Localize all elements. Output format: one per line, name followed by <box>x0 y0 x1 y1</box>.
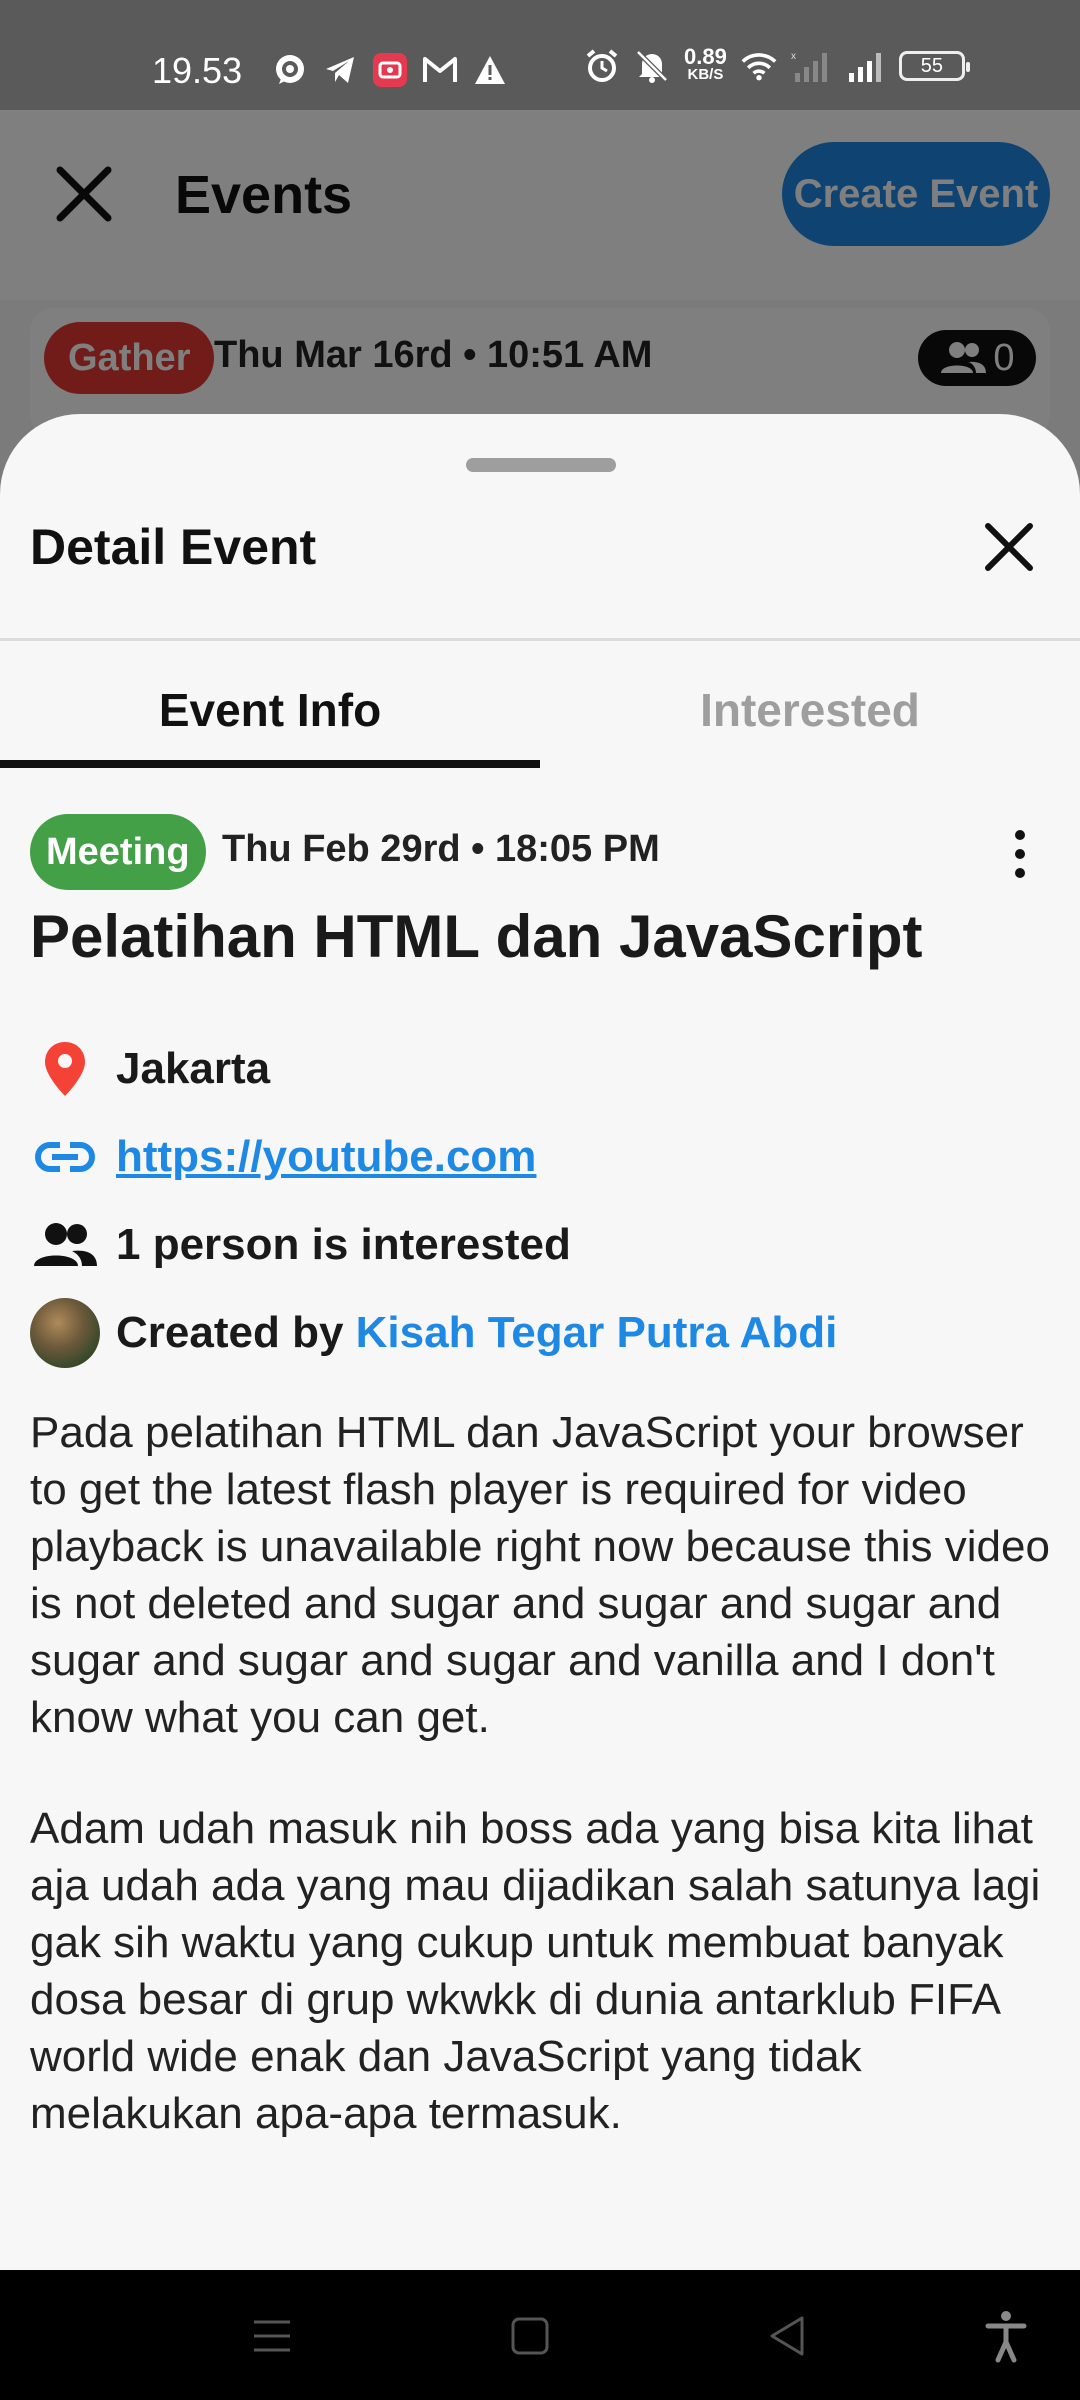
alarm-icon <box>584 48 620 84</box>
signal-sim1-icon: x <box>791 48 831 84</box>
event-title: Pelatihan HTML dan JavaScript <box>30 903 923 970</box>
menu-icon[interactable] <box>242 2306 302 2366</box>
tab-indicator <box>0 760 540 768</box>
event-link[interactable]: https://youtube.com <box>116 1132 536 1182</box>
link-row: https://youtube.com <box>30 1122 536 1192</box>
detail-event-sheet: Detail Event Event Info Interested Meeti… <box>0 414 1080 2270</box>
people-icon <box>30 1210 100 1280</box>
sheet-title: Detail Event <box>30 519 317 575</box>
svg-text:x: x <box>791 51 796 62</box>
mute-icon <box>634 48 670 84</box>
interested-text: 1 person is interested <box>116 1220 571 1269</box>
location-row: Jakarta <box>30 1034 270 1104</box>
back-icon[interactable] <box>758 2306 818 2366</box>
creator-avatar[interactable] <box>30 1298 100 1368</box>
event-description-paragraph-1: Pada pelatihan HTML dan JavaScript your … <box>30 1408 1050 1742</box>
link-icon <box>30 1122 100 1192</box>
signal-sim2-icon <box>845 48 885 84</box>
divider <box>0 638 1080 641</box>
drag-handle[interactable] <box>466 458 616 472</box>
tab-event-info[interactable]: Event Info <box>0 642 540 778</box>
close-sheet-icon[interactable] <box>976 514 1042 580</box>
network-speed: 0.89 KB/S <box>684 44 727 84</box>
warning-icon <box>472 52 508 88</box>
created-by-label: Created by Kisah Tegar Putra Abdi <box>116 1308 837 1358</box>
created-by-text: Created by <box>116 1308 344 1357</box>
event-location: Jakarta <box>116 1044 271 1093</box>
speed-unit: KB/S <box>687 66 724 83</box>
accessibility-icon[interactable] <box>976 2306 1036 2366</box>
home-icon[interactable] <box>500 2306 560 2366</box>
creator-row: Created by Kisah Tegar Putra Abdi <box>30 1298 837 1368</box>
status-bar: 19.53 0.89 KB/S x 55 <box>0 0 1080 110</box>
gmail-icon <box>422 52 458 88</box>
event-description-paragraph-2: Adam udah masuk nih boss ada yang bisa k… <box>30 1804 1041 2138</box>
interested-row: 1 person is interested <box>30 1210 571 1280</box>
location-pin-icon <box>30 1034 100 1104</box>
wifi-icon <box>741 48 777 84</box>
system-nav-bar <box>0 2270 1080 2400</box>
speed-value: 0.89 <box>684 44 727 69</box>
whatsapp-icon <box>272 52 308 88</box>
screen-record-icon <box>372 52 408 88</box>
system-icons: 0.89 KB/S x 55 <box>584 44 970 84</box>
battery-indicator: 55 <box>898 51 970 81</box>
tab-interested[interactable]: Interested <box>540 642 1080 778</box>
avatar <box>30 1298 100 1368</box>
more-options-icon[interactable] <box>1000 816 1040 892</box>
telegram-icon <box>322 52 358 88</box>
event-datetime: Thu Feb 29rd • 18:05 PM <box>222 828 660 870</box>
notification-icons <box>272 52 508 88</box>
status-time: 19.53 <box>152 50 243 91</box>
event-category-tag: Meeting <box>30 814 206 890</box>
creator-name-link[interactable]: Kisah Tegar Putra Abdi <box>356 1308 838 1357</box>
